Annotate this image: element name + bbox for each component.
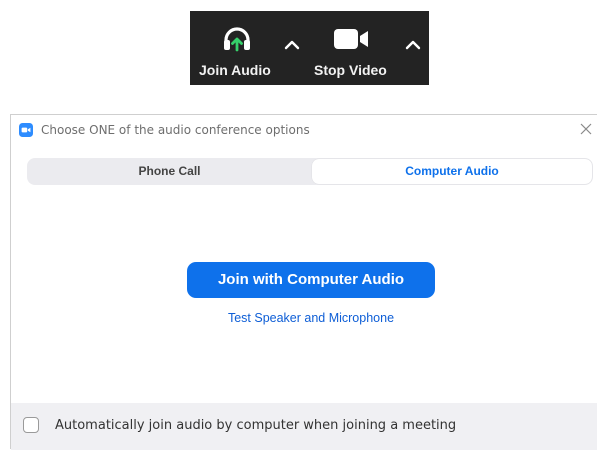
close-icon[interactable] [579, 122, 593, 136]
meeting-toolbar: Join Audio Stop Video [190, 11, 429, 85]
audio-options-dialog: Choose ONE of the audio conference optio… [10, 114, 597, 450]
dialog-titlebar: Choose ONE of the audio conference optio… [11, 115, 597, 145]
zoom-logo-icon [19, 123, 33, 137]
join-computer-audio-button[interactable]: Join with Computer Audio [187, 262, 435, 298]
chevron-up-icon[interactable] [283, 37, 301, 51]
join-audio-label: Join Audio [199, 62, 271, 78]
tab-computer-audio[interactable]: Computer Audio [312, 159, 592, 184]
join-audio-button[interactable]: Join Audio [195, 11, 279, 85]
headphones-icon [222, 25, 252, 53]
auto-join-checkbox[interactable] [23, 417, 39, 433]
video-camera-icon [333, 25, 371, 53]
test-speaker-microphone-link[interactable]: Test Speaker and Microphone [187, 311, 435, 325]
stop-video-label: Stop Video [314, 62, 387, 78]
auto-join-label: Automatically join audio by computer whe… [55, 418, 457, 433]
chevron-up-icon[interactable] [404, 37, 422, 51]
stop-video-button[interactable]: Stop Video [308, 11, 392, 85]
tab-phone-call[interactable]: Phone Call [27, 158, 312, 185]
dialog-title: Choose ONE of the audio conference optio… [41, 123, 310, 137]
audio-mode-tabs: Phone Call Computer Audio [27, 158, 593, 185]
